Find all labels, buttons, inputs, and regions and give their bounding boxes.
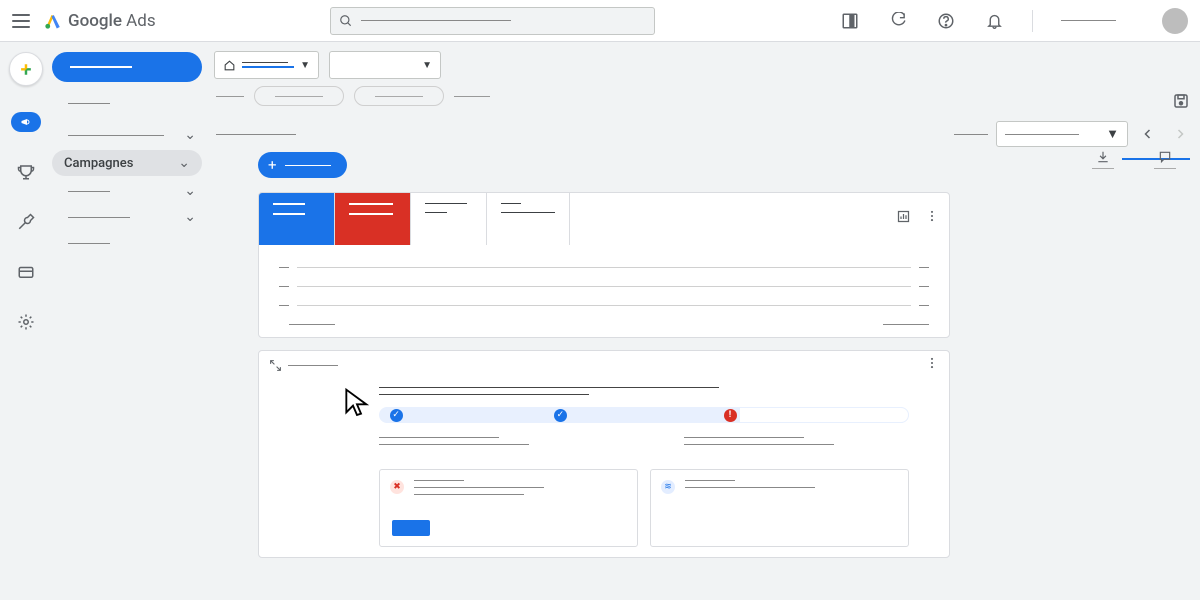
progress-stepper: ✓ ✓ !	[379, 407, 909, 423]
date-next-button	[1168, 122, 1192, 146]
refresh-icon[interactable]	[888, 11, 908, 31]
step-2: ✓	[554, 409, 567, 422]
optimization-score-card: ✓ ✓ ! ✖	[258, 350, 950, 558]
left-rail: +	[0, 42, 52, 600]
rec-badge-icon: ✖	[390, 480, 404, 494]
notifications-icon[interactable]	[984, 11, 1004, 31]
metric-tab-2[interactable]	[335, 193, 411, 245]
sidebar-item-0[interactable]	[52, 90, 208, 116]
chart-area	[259, 245, 949, 324]
filter-bar	[208, 82, 1200, 110]
date-range-label	[954, 134, 988, 135]
home-icon	[223, 59, 236, 72]
sidebar-item-1[interactable]: ⌄	[52, 122, 208, 148]
chart-more-icon[interactable]	[925, 209, 939, 228]
cursor-icon	[341, 387, 373, 419]
rail-campaigns-icon[interactable]	[11, 112, 41, 132]
score-heading	[379, 387, 719, 388]
chevron-down-icon: ⌄	[184, 183, 196, 199]
save-panel-icon[interactable]	[1172, 92, 1190, 114]
metric-tabs	[259, 193, 949, 245]
metric-tab-3[interactable]	[411, 193, 487, 245]
google-ads-logo-icon	[44, 12, 62, 30]
chart-x-end	[883, 324, 929, 325]
new-campaign-button[interactable]: +	[258, 152, 347, 178]
step-3: !	[724, 409, 737, 422]
download-button[interactable]	[1092, 150, 1114, 169]
hamburger-icon[interactable]	[12, 14, 30, 28]
avatar[interactable]	[1162, 8, 1188, 34]
rail-goals-icon[interactable]	[16, 162, 36, 182]
header-actions	[840, 8, 1188, 34]
caret-down-icon: ▼	[1106, 126, 1119, 142]
main-content: ▼ ▼ ▼	[208, 42, 1200, 600]
reports-icon[interactable]	[840, 11, 860, 31]
chevron-down-icon: ⌄	[184, 127, 196, 143]
rail-tools-icon[interactable]	[16, 212, 36, 232]
rail-billing-icon[interactable]	[16, 262, 36, 282]
rail-settings-icon[interactable]	[16, 312, 36, 332]
performance-chart-card	[258, 192, 950, 338]
chevron-down-icon: ⌄	[178, 155, 190, 171]
product-logo[interactable]: Google Ads	[44, 11, 156, 31]
rec-cta-button[interactable]	[392, 520, 430, 536]
sidebar-overview[interactable]	[52, 52, 202, 82]
divider	[1032, 10, 1033, 32]
search-placeholder	[361, 20, 511, 21]
date-range-selector[interactable]: ▼	[996, 121, 1128, 147]
caret-down-icon: ▼	[422, 60, 432, 71]
product-name: Google Ads	[68, 11, 156, 31]
sidebar-item-5[interactable]	[52, 230, 208, 256]
filter-chip-1[interactable]	[254, 86, 344, 106]
recommendation-card-2[interactable]: ≋	[650, 469, 909, 547]
account-selector[interactable]: ▼	[214, 51, 319, 79]
account-label[interactable]	[1061, 20, 1116, 21]
score-detail-col-2	[684, 437, 909, 451]
step-1: ✓	[390, 409, 403, 422]
metric-tab-4[interactable]	[487, 193, 570, 245]
filter-chip-2[interactable]	[354, 86, 444, 106]
page-title	[216, 134, 296, 135]
date-prev-button[interactable]	[1136, 122, 1160, 146]
plus-icon: +	[268, 158, 277, 173]
chart-settings-icon[interactable]	[896, 209, 911, 228]
sidebar: ⌄ Campagnes ⌄ ⌄ ⌄	[52, 42, 208, 600]
search-icon	[339, 14, 353, 28]
chevron-down-icon: ⌄	[184, 209, 196, 225]
score-subheading	[379, 394, 589, 395]
table-actions	[1092, 150, 1176, 169]
score-card-label	[288, 365, 338, 366]
help-icon[interactable]	[936, 11, 956, 31]
recommendation-card-1[interactable]: ✖	[379, 469, 638, 547]
filter-label	[216, 96, 244, 97]
score-detail-col-1	[379, 437, 604, 451]
global-search-input[interactable]	[330, 7, 655, 35]
metric-tab-1[interactable]	[259, 193, 335, 245]
sidebar-item-3[interactable]: ⌄	[52, 178, 208, 204]
create-button[interactable]: +	[9, 52, 43, 86]
sidebar-item-4[interactable]: ⌄	[52, 204, 208, 230]
feedback-button[interactable]	[1154, 150, 1176, 169]
expand-icon[interactable]	[269, 359, 282, 372]
scope-toolbar: ▼ ▼	[208, 42, 1200, 82]
sidebar-item-label: Campagnes	[64, 156, 133, 171]
rec-badge-icon: ≋	[661, 480, 675, 494]
scope-selector[interactable]: ▼	[329, 51, 441, 79]
caret-down-icon: ▼	[300, 60, 310, 71]
sidebar-item-campagnes[interactable]: Campagnes ⌄	[52, 150, 202, 176]
app-header: Google Ads	[0, 0, 1200, 42]
filter-more[interactable]	[454, 96, 490, 97]
score-card-more-icon[interactable]	[925, 356, 939, 374]
date-range-controls: ▼	[954, 121, 1192, 147]
chart-x-start	[289, 324, 335, 325]
